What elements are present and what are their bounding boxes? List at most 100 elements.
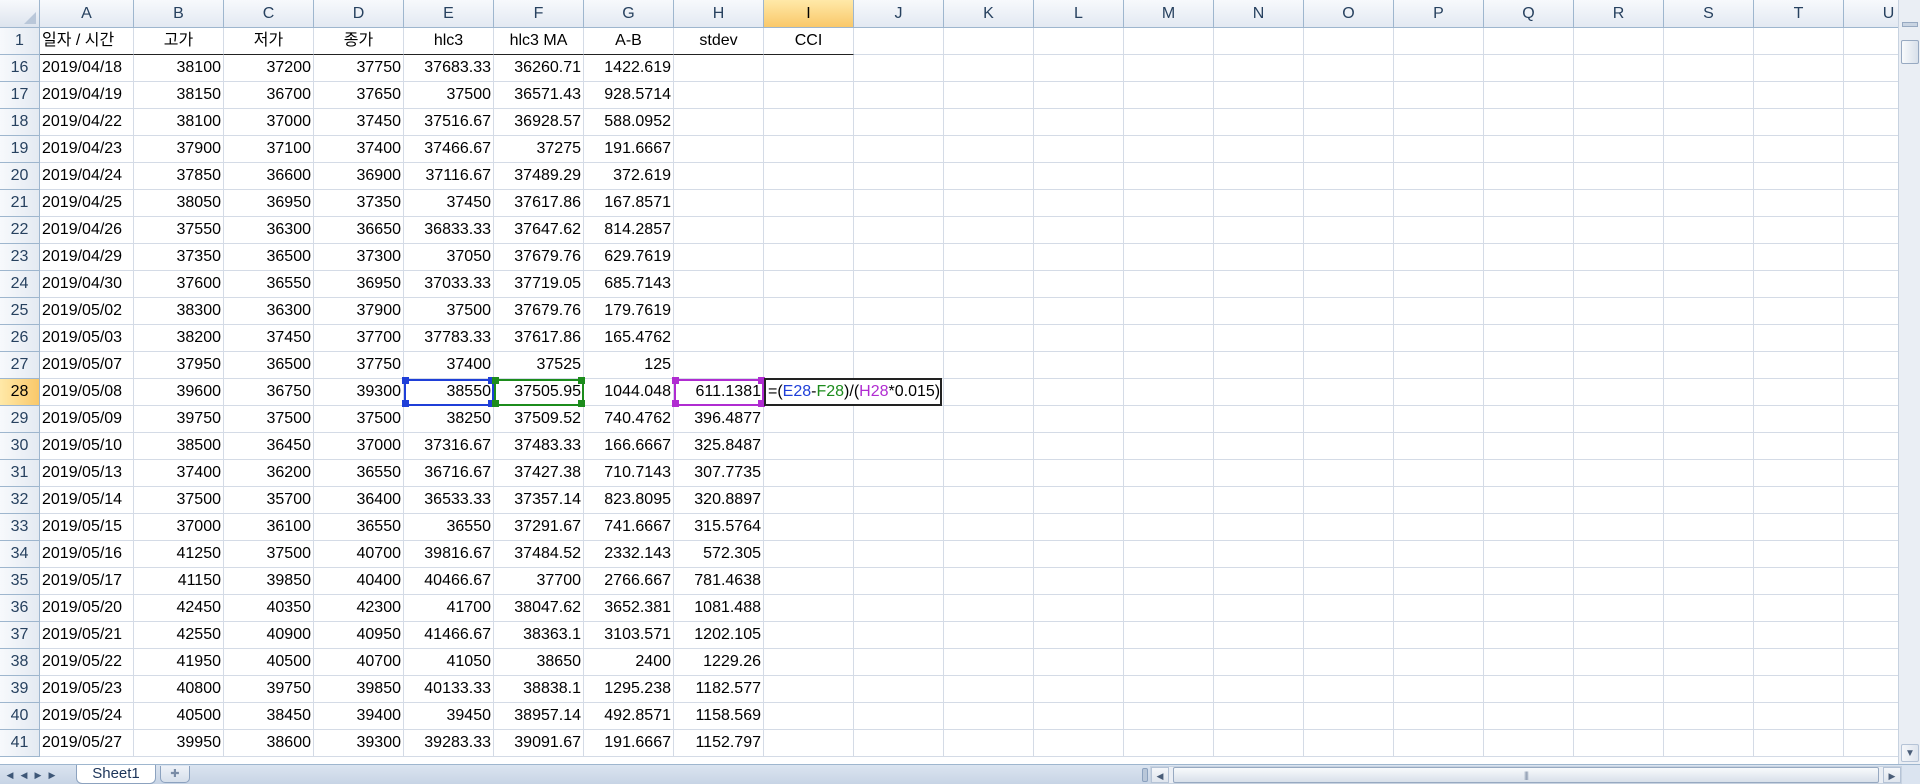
cell-g35[interactable]: 2766.667 <box>584 568 674 595</box>
cell-l33[interactable] <box>1034 514 1124 541</box>
cell-h39[interactable]: 1182.577 <box>674 676 764 703</box>
header-cell[interactable]: hlc3 <box>404 28 494 55</box>
row-header[interactable]: 18 <box>0 109 40 136</box>
cell-f23[interactable]: 37679.76 <box>494 244 584 271</box>
cell-h32[interactable]: 320.8897 <box>674 487 764 514</box>
cell-d24[interactable]: 36950 <box>314 271 404 298</box>
cell-j40[interactable] <box>854 703 944 730</box>
cell-m33[interactable] <box>1124 514 1214 541</box>
cell-i20[interactable] <box>764 163 854 190</box>
cell-f28[interactable]: 37505.95 <box>494 379 584 406</box>
cell-u21[interactable] <box>1844 190 1898 217</box>
cell-c28[interactable]: 36750 <box>224 379 314 406</box>
cell-d16[interactable]: 37750 <box>314 55 404 82</box>
cell-u17[interactable] <box>1844 82 1898 109</box>
cell-a37[interactable]: 2019/05/21 <box>40 622 134 649</box>
cell-a40[interactable]: 2019/05/24 <box>40 703 134 730</box>
cell-n25[interactable] <box>1214 298 1304 325</box>
cell-n22[interactable] <box>1214 217 1304 244</box>
cell-q25[interactable] <box>1484 298 1574 325</box>
cell-s35[interactable] <box>1664 568 1754 595</box>
cell-t33[interactable] <box>1754 514 1844 541</box>
cell-l35[interactable] <box>1034 568 1124 595</box>
cell-m20[interactable] <box>1124 163 1214 190</box>
cell-r22[interactable] <box>1574 217 1664 244</box>
cell-b18[interactable]: 38100 <box>134 109 224 136</box>
cell-c18[interactable]: 37000 <box>224 109 314 136</box>
cell-u33[interactable] <box>1844 514 1898 541</box>
cell-s30[interactable] <box>1664 433 1754 460</box>
cell-i27[interactable] <box>764 352 854 379</box>
cell-m36[interactable] <box>1124 595 1214 622</box>
cell-i25[interactable] <box>764 298 854 325</box>
cell-m22[interactable] <box>1124 217 1214 244</box>
cell-j22[interactable] <box>854 217 944 244</box>
cell-u19[interactable] <box>1844 136 1898 163</box>
cell-n20[interactable] <box>1214 163 1304 190</box>
cell-u28[interactable] <box>1844 379 1898 406</box>
cell-i35[interactable] <box>764 568 854 595</box>
cell-i26[interactable] <box>764 325 854 352</box>
cell-o23[interactable] <box>1304 244 1394 271</box>
cell-m32[interactable] <box>1124 487 1214 514</box>
cell-f35[interactable]: 37700 <box>494 568 584 595</box>
vertical-scrollbar[interactable]: ▼ <box>1898 0 1920 764</box>
cell-e37[interactable]: 41466.67 <box>404 622 494 649</box>
cell-u20[interactable] <box>1844 163 1898 190</box>
cell-s23[interactable] <box>1664 244 1754 271</box>
cell-p22[interactable] <box>1394 217 1484 244</box>
cell-j36[interactable] <box>854 595 944 622</box>
cell-h27[interactable] <box>674 352 764 379</box>
cell-m17[interactable] <box>1124 82 1214 109</box>
prev-sheet-icon[interactable]: ◀ <box>18 768 30 782</box>
cell-q36[interactable] <box>1484 595 1574 622</box>
cell-e19[interactable]: 37466.67 <box>404 136 494 163</box>
cell-i16[interactable] <box>764 55 854 82</box>
cell-c19[interactable]: 37100 <box>224 136 314 163</box>
cell-c25[interactable]: 36300 <box>224 298 314 325</box>
cell-k18[interactable] <box>944 109 1034 136</box>
cell-n16[interactable] <box>1214 55 1304 82</box>
header-cell[interactable] <box>1754 28 1844 55</box>
last-sheet-icon[interactable]: ▶ <box>46 768 58 782</box>
cell-o27[interactable] <box>1304 352 1394 379</box>
cell-i41[interactable] <box>764 730 854 757</box>
cell-d20[interactable]: 36900 <box>314 163 404 190</box>
cell-u39[interactable] <box>1844 676 1898 703</box>
cell-h24[interactable] <box>674 271 764 298</box>
first-sheet-icon[interactable]: ◀ <box>4 768 16 782</box>
cell-e29[interactable]: 38250 <box>404 406 494 433</box>
header-cell[interactable] <box>1574 28 1664 55</box>
cell-b37[interactable]: 42550 <box>134 622 224 649</box>
cell-c16[interactable]: 37200 <box>224 55 314 82</box>
cell-l29[interactable] <box>1034 406 1124 433</box>
select-all-corner[interactable] <box>0 0 40 28</box>
cell-u29[interactable] <box>1844 406 1898 433</box>
column-header-u[interactable]: U <box>1844 0 1898 28</box>
header-cell[interactable]: 일자 / 시간 <box>40 28 134 55</box>
cell-m18[interactable] <box>1124 109 1214 136</box>
row-header[interactable]: 28 <box>0 379 40 406</box>
cell-e30[interactable]: 37316.67 <box>404 433 494 460</box>
cell-l38[interactable] <box>1034 649 1124 676</box>
cell-a32[interactable]: 2019/05/14 <box>40 487 134 514</box>
cell-n34[interactable] <box>1214 541 1304 568</box>
cell-d32[interactable]: 36400 <box>314 487 404 514</box>
cell-f25[interactable]: 37679.76 <box>494 298 584 325</box>
cell-q34[interactable] <box>1484 541 1574 568</box>
cell-t25[interactable] <box>1754 298 1844 325</box>
vertical-scroll-thumb[interactable] <box>1901 40 1919 64</box>
cell-e38[interactable]: 41050 <box>404 649 494 676</box>
column-header-e[interactable]: E <box>404 0 494 28</box>
cell-n17[interactable] <box>1214 82 1304 109</box>
cell-d17[interactable]: 37650 <box>314 82 404 109</box>
cell-h16[interactable] <box>674 55 764 82</box>
cell-b35[interactable]: 41150 <box>134 568 224 595</box>
cell-q29[interactable] <box>1484 406 1574 433</box>
cell-m29[interactable] <box>1124 406 1214 433</box>
cell-j31[interactable] <box>854 460 944 487</box>
cell-n29[interactable] <box>1214 406 1304 433</box>
cell-q20[interactable] <box>1484 163 1574 190</box>
cell-u25[interactable] <box>1844 298 1898 325</box>
cell-h30[interactable]: 325.8487 <box>674 433 764 460</box>
